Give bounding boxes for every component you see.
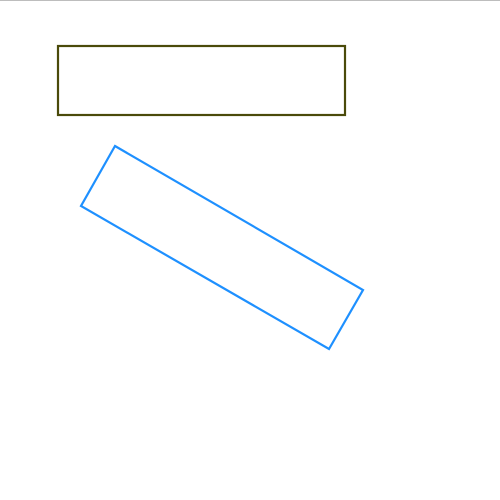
axis-aligned-rectangle <box>56 44 347 117</box>
rotated-rectangle <box>79 144 365 351</box>
canvas <box>56 44 365 351</box>
